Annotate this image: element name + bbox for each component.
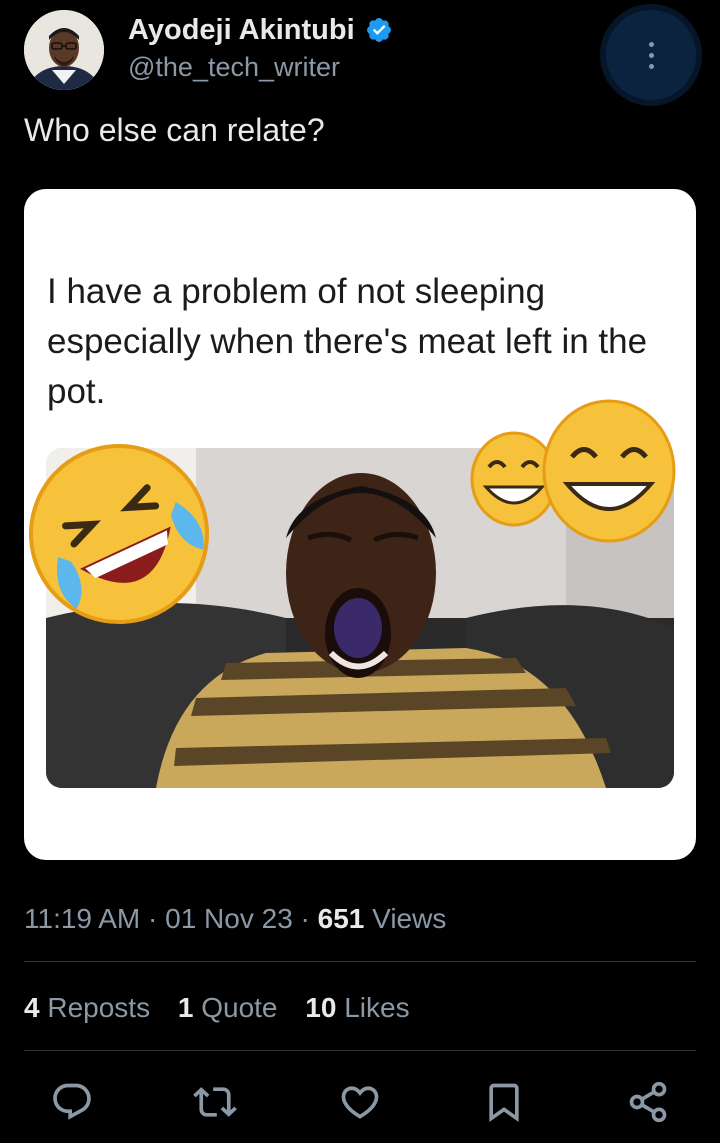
repost-icon[interactable] [193,1080,237,1124]
profile-photo-icon [24,10,104,90]
avatar[interactable] [24,10,104,90]
like-icon[interactable] [338,1080,382,1124]
author-name-block: Ayodeji Akintubi @the_tech_writer [128,12,393,84]
reply-icon[interactable] [50,1080,94,1124]
tweet-text: Who else can relate? [24,112,325,148]
meme-caption: I have a problem of not sleeping especia… [47,272,648,411]
more-options-button[interactable] [606,10,696,100]
meta-separator: · [300,903,310,934]
views-label: Views [372,903,447,934]
likes-stat[interactable]: 10 Likes [305,988,409,1028]
tweet-media[interactable]: I have a problem of not sleeping especia… [24,189,696,860]
tweet-time[interactable]: 11:19 AM [24,903,140,934]
tweet-header: Ayodeji Akintubi @the_tech_writer [24,10,696,100]
verified-badge-icon [365,16,393,44]
reposts-label: Reposts [47,992,151,1023]
yawning-man-photo-icon [46,448,674,788]
quotes-label: Quote [201,992,278,1023]
divider [24,961,696,962]
tweet-stats: 4 Reposts 1 Quote 10 Likes [24,988,430,1028]
author-display-name[interactable]: Ayodeji Akintubi [128,12,355,48]
quotes-count: 1 [177,992,194,1023]
reposts-count: 4 [24,992,40,1023]
more-dots-icon [648,39,654,72]
share-icon[interactable] [626,1080,670,1124]
tweet-meta: 11:19 AM · 01 Nov 23 · 651 Views [24,900,446,938]
tweet-date[interactable]: 01 Nov 23 [165,903,293,934]
reposts-stat[interactable]: 4 Reposts [24,988,150,1028]
likes-label: Likes [344,992,410,1023]
author-handle[interactable]: @the_tech_writer [128,50,393,84]
meta-separator: · [148,903,158,934]
divider [24,1050,696,1051]
quotes-stat[interactable]: 1 Quote [178,988,278,1028]
bookmark-icon[interactable] [482,1080,526,1124]
likes-count: 10 [305,992,337,1023]
views-count: 651 [317,903,365,934]
action-bar [0,1072,720,1132]
meme-photo [46,448,674,788]
